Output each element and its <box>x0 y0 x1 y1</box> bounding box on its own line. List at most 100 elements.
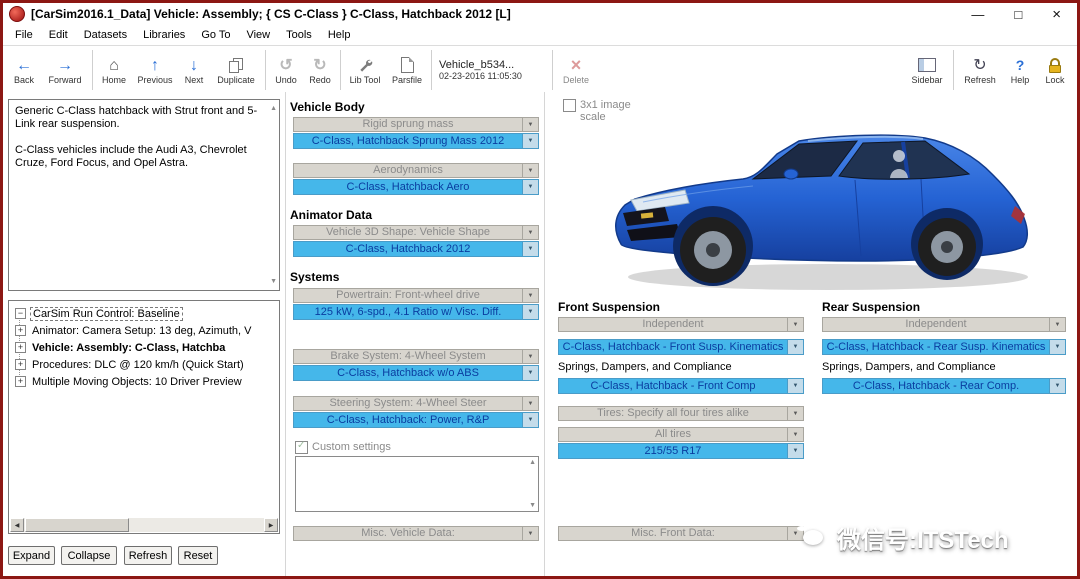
menu-tools[interactable]: Tools <box>278 27 320 43</box>
rigid-sprung-mass-category[interactable]: Rigid sprung mass ▼ <box>293 117 539 132</box>
brake-system-category[interactable]: Brake System: 4-Wheel System ▼ <box>293 349 539 364</box>
dropdown-arrow-icon[interactable]: ▼ <box>787 527 803 540</box>
dropdown-arrow-icon[interactable]: ▼ <box>522 242 538 256</box>
dropdown-arrow-icon[interactable]: ▼ <box>522 350 538 363</box>
refresh-tree-button[interactable]: Refresh <box>124 546 172 565</box>
dropdown-arrow-icon[interactable]: ▼ <box>787 407 803 420</box>
dropdown-arrow-icon[interactable]: ▼ <box>522 289 538 302</box>
expand-button[interactable]: Expand <box>8 546 55 565</box>
expand-toggle-icon[interactable]: + <box>15 359 26 370</box>
steering-system-category[interactable]: Steering System: 4-Wheel Steer ▼ <box>293 396 539 411</box>
image-scale-checkbox[interactable] <box>563 99 576 112</box>
tree-item-procedures[interactable]: + Procedures: DLC @ 120 km/h (Quick Star… <box>9 356 279 373</box>
dropdown-arrow-icon[interactable]: ▼ <box>522 527 538 540</box>
tree-item-animator[interactable]: + Animator: Camera Setup: 13 deg, Azimut… <box>9 322 279 339</box>
tire-dataset-link[interactable]: 215/55 R17 ▼ <box>558 443 804 459</box>
dropdown-arrow-icon[interactable]: ▼ <box>787 379 803 393</box>
dropdown-arrow-icon[interactable]: ▼ <box>522 413 538 427</box>
previous-button[interactable]: ↑ Previous <box>132 47 178 93</box>
tree-item-run-control[interactable]: − CarSim Run Control: Baseline <box>9 305 279 322</box>
front-kinematics-dataset-link[interactable]: C-Class, Hatchback - Front Susp. Kinemat… <box>558 339 804 355</box>
aerodynamics-category[interactable]: Aerodynamics ▼ <box>293 163 539 178</box>
scroll-left-icon[interactable]: ◀ <box>10 518 24 532</box>
close-icon[interactable]: × <box>1052 6 1061 23</box>
sprung-mass-dataset-link[interactable]: C-Class, Hatchback Sprung Mass 2012 ▼ <box>293 133 539 149</box>
misc-vehicle-data-category[interactable]: Misc. Vehicle Data: ▼ <box>293 526 539 541</box>
dropdown-arrow-icon[interactable]: ▼ <box>1049 379 1065 393</box>
vehicle-3d-shape-category[interactable]: Vehicle 3D Shape: Vehicle Shape ▼ <box>293 225 539 240</box>
home-button[interactable]: ⌂ Home <box>96 47 132 93</box>
tires-category[interactable]: Tires: Specify all four tires alike ▼ <box>558 406 804 421</box>
dropdown-arrow-icon[interactable]: ▼ <box>522 397 538 410</box>
steering-dataset-link[interactable]: C-Class, Hatchback: Power, R&P ▼ <box>293 412 539 428</box>
dropdown-arrow-icon[interactable]: ▼ <box>522 134 538 148</box>
custom-settings-option[interactable]: Custom settings <box>295 440 391 454</box>
expand-toggle-icon[interactable]: + <box>15 342 26 353</box>
minimize-icon[interactable]: — <box>971 7 984 22</box>
help-button[interactable]: ? Help <box>1003 47 1037 93</box>
rear-compliance-dataset-link[interactable]: C-Class, Hatchback - Rear Comp. ▼ <box>822 378 1066 394</box>
redo-button[interactable]: ↻ Redo <box>303 47 337 93</box>
horizontal-scrollbar[interactable]: ◀ ▶ <box>10 518 278 532</box>
menu-edit[interactable]: Edit <box>41 27 76 43</box>
menu-file[interactable]: File <box>7 27 41 43</box>
dropdown-arrow-icon[interactable]: ▼ <box>522 118 538 131</box>
powertrain-dataset-link[interactable]: 125 kW, 6-spd., 4.1 Ratio w/ Visc. Diff.… <box>293 304 539 320</box>
rear-suspension-type[interactable]: Independent ▼ <box>822 317 1066 332</box>
dropdown-arrow-icon[interactable]: ▼ <box>522 366 538 380</box>
front-suspension-type[interactable]: Independent ▼ <box>558 317 804 332</box>
lib-tool-button[interactable]: Lib Tool <box>344 47 386 93</box>
aero-dataset-link[interactable]: C-Class, Hatchback Aero ▼ <box>293 179 539 195</box>
custom-settings-checkbox[interactable] <box>295 440 308 454</box>
menu-view[interactable]: View <box>238 27 278 43</box>
menu-help[interactable]: Help <box>320 27 359 43</box>
dropdown-arrow-icon[interactable]: ▼ <box>787 318 803 331</box>
misc-front-data-category[interactable]: Misc. Front Data: ▼ <box>558 526 804 541</box>
tree-item-moving-objects[interactable]: + Multiple Moving Objects: 10 Driver Pre… <box>9 373 279 390</box>
scrollbar-thumb[interactable] <box>25 518 129 532</box>
refresh-button[interactable]: ↻ Refresh <box>957 47 1003 93</box>
scroll-right-icon[interactable]: ▶ <box>264 518 278 532</box>
powertrain-category[interactable]: Powertrain: Front-wheel drive ▼ <box>293 288 539 303</box>
dataset-notes-area[interactable]: Generic C-Class hatchback with Strut fro… <box>8 99 280 291</box>
scroll-down-icon[interactable]: ▼ <box>529 502 536 509</box>
menu-goto[interactable]: Go To <box>193 27 238 43</box>
dropdown-arrow-icon[interactable]: ▼ <box>787 340 803 354</box>
dropdown-arrow-icon[interactable]: ▼ <box>787 428 803 441</box>
back-button[interactable]: ← Back <box>7 47 41 93</box>
tires-scope[interactable]: All tires ▼ <box>558 427 804 442</box>
scroll-up-icon[interactable]: ▲ <box>529 459 536 466</box>
scroll-up-icon[interactable]: ▲ <box>270 102 277 115</box>
dropdown-arrow-icon[interactable]: ▼ <box>522 164 538 177</box>
dropdown-arrow-icon[interactable]: ▼ <box>522 180 538 194</box>
menu-datasets[interactable]: Datasets <box>76 27 135 43</box>
undo-button[interactable]: ↺ Undo <box>269 47 303 93</box>
custom-settings-textarea[interactable]: ▲ ▼ <box>295 456 539 512</box>
lock-button[interactable]: Lock <box>1037 47 1073 93</box>
collapse-toggle-icon[interactable]: − <box>15 308 26 319</box>
delete-button[interactable]: × Delete <box>556 47 596 93</box>
dropdown-arrow-icon[interactable]: ▼ <box>1049 340 1065 354</box>
menu-libraries[interactable]: Libraries <box>135 27 193 43</box>
reset-button[interactable]: Reset <box>178 546 218 565</box>
next-button[interactable]: ↓ Next <box>178 47 210 93</box>
rear-kinematics-dataset-link[interactable]: C-Class, Hatchback - Rear Susp. Kinemati… <box>822 339 1066 355</box>
collapse-button[interactable]: Collapse <box>61 546 117 565</box>
parsfile-button[interactable]: Parsfile <box>386 47 428 93</box>
scroll-down-icon[interactable]: ▼ <box>270 275 277 288</box>
maximize-icon[interactable]: □ <box>1014 7 1022 22</box>
tree-item-vehicle[interactable]: + Vehicle: Assembly: C-Class, Hatchba <box>9 339 279 356</box>
dropdown-arrow-icon[interactable]: ▼ <box>522 305 538 319</box>
brake-dataset-link[interactable]: C-Class, Hatchback w/o ABS ▼ <box>293 365 539 381</box>
front-compliance-dataset-link[interactable]: C-Class, Hatchback - Front Comp ▼ <box>558 378 804 394</box>
duplicate-button[interactable]: Duplicate <box>210 47 262 93</box>
forward-button[interactable]: → Forward <box>41 47 89 93</box>
dropdown-arrow-icon[interactable]: ▼ <box>522 226 538 239</box>
vehicle-shape-dataset-link[interactable]: C-Class, Hatchback 2012 ▼ <box>293 241 539 257</box>
dropdown-arrow-icon[interactable]: ▼ <box>1049 318 1065 331</box>
dataset-info[interactable]: Vehicle_b534... 02-23-2016 11:05:30 <box>435 47 549 93</box>
dropdown-arrow-icon[interactable]: ▼ <box>787 444 803 458</box>
expand-toggle-icon[interactable]: + <box>15 325 26 336</box>
expand-toggle-icon[interactable]: + <box>15 376 26 387</box>
sidebar-button[interactable]: Sidebar <box>904 47 950 93</box>
